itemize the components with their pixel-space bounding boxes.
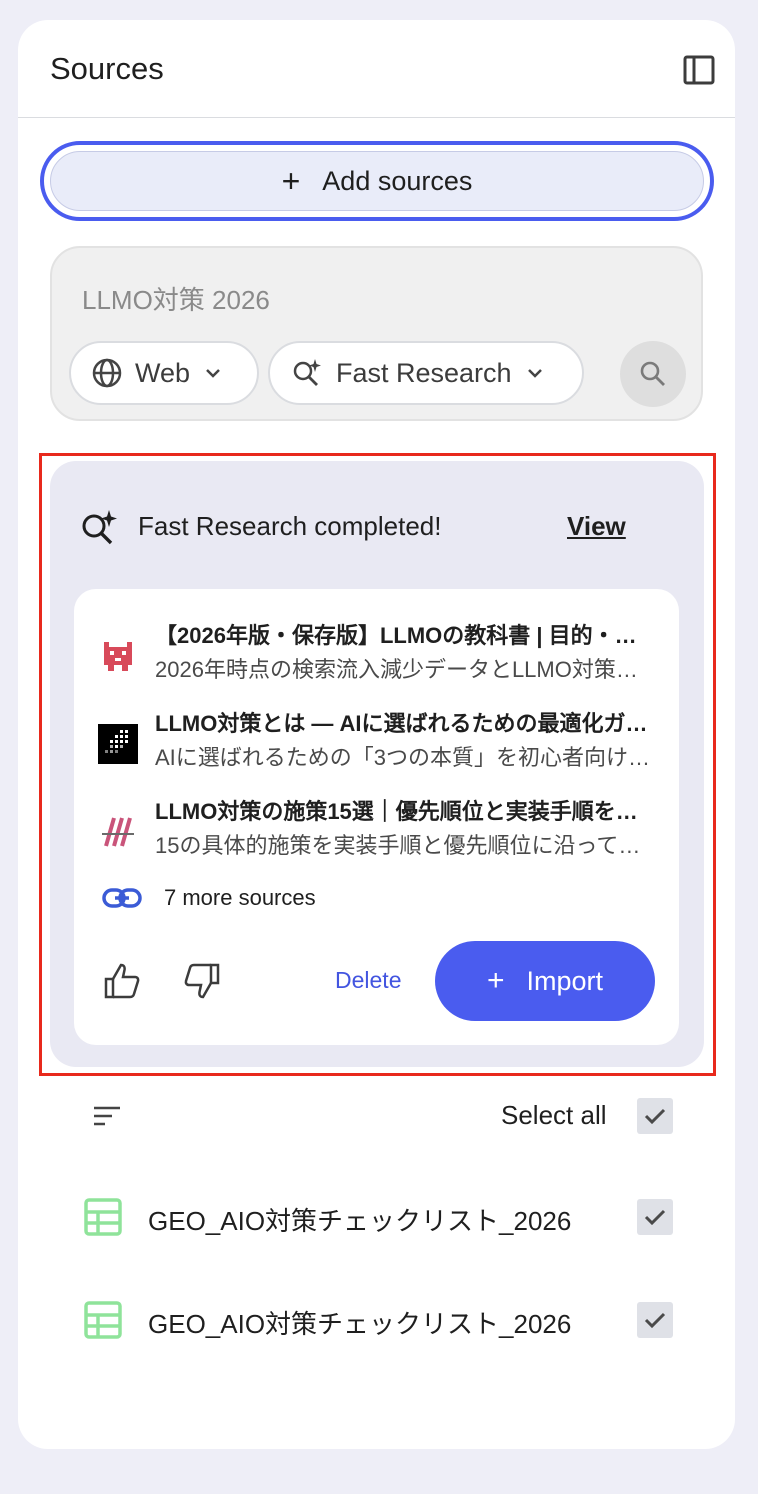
panel-header: Sources — [18, 20, 735, 118]
spreadsheet-icon — [84, 1198, 122, 1236]
research-result-card: Fast Research completed! View 【2026年版・保存… — [50, 461, 704, 1067]
link-icon — [102, 888, 142, 908]
source-checkbox[interactable] — [637, 1302, 673, 1338]
add-sources-focus-ring: + Add sources — [40, 141, 714, 221]
checkmark-icon — [644, 1108, 666, 1125]
thumbs-up-icon[interactable] — [102, 961, 142, 1001]
select-all-label: Select all — [501, 1100, 607, 1130]
source-type-dropdown[interactable]: Web — [69, 341, 259, 405]
sparkle-search-icon — [293, 359, 321, 386]
red-pixel-cat-favicon — [98, 636, 138, 676]
result-description: 2026年時点の検索流入減少データとLLMO対策の全体像 — [155, 657, 655, 682]
result-title: LLMO対策の施策15選｜優先順位と実装手順を解説 — [155, 799, 655, 824]
result-item[interactable]: LLMO対策の施策15選｜優先順位と実装手順を解説 15の具体的施策を実装手順と… — [74, 790, 679, 870]
collapse-panel-icon[interactable] — [682, 53, 716, 87]
result-item[interactable]: LLMO対策とは — AIに選ばれるための最適化ガイド AIに選ばれるための「3… — [74, 702, 679, 782]
panel-title: Sources — [50, 51, 164, 86]
add-sources-label: Add sources — [322, 165, 473, 196]
pink-stripes-favicon — [98, 812, 138, 852]
globe-icon — [92, 358, 122, 388]
result-description: 15の具体的施策を実装手順と優先順位に沿って紹介 — [155, 833, 655, 858]
add-sources-button[interactable]: + Add sources — [50, 151, 704, 211]
research-mode-dropdown[interactable]: Fast Research — [268, 341, 584, 405]
result-title: LLMO対策とは — AIに選ばれるための最適化ガイド — [155, 711, 655, 736]
chevron-down-icon — [527, 369, 542, 378]
result-title: 【2026年版・保存版】LLMOの教科書 | 目的・手法・効果測定まで — [155, 623, 655, 648]
import-label: Import — [526, 965, 604, 996]
thumbs-down-icon[interactable] — [182, 961, 222, 1001]
source-file-name: GEO_AIO対策チェックリスト_2026 — [148, 1206, 572, 1236]
source-type-label: Web — [135, 357, 191, 388]
view-results-link[interactable]: View — [567, 511, 626, 542]
checkmark-icon — [644, 1312, 666, 1329]
search-submit-button[interactable] — [620, 341, 686, 407]
source-file-name: GEO_AIO対策チェックリスト_2026 — [148, 1309, 572, 1339]
spreadsheet-icon — [84, 1301, 122, 1339]
black-dot-grid-favicon — [98, 724, 138, 764]
research-status: Fast Research completed! — [138, 511, 442, 541]
sort-icon[interactable] — [92, 1104, 122, 1128]
search-icon — [640, 361, 665, 386]
search-query-input[interactable]: LLMO対策 2026 — [82, 280, 270, 317]
sources-panel: Sources + Add sources LLMO対策 2026 Web Fa… — [18, 20, 735, 1449]
sparkle-search-icon — [78, 507, 120, 549]
delete-button[interactable]: Delete — [335, 967, 401, 994]
select-all-checkbox[interactable] — [637, 1098, 673, 1134]
checkmark-icon — [644, 1209, 666, 1226]
plus-icon: + — [281, 162, 301, 199]
result-item[interactable]: 【2026年版・保存版】LLMOの教科書 | 目的・手法・効果測定まで 2026… — [74, 614, 679, 694]
source-file-row[interactable]: GEO_AIO対策チェックリスト_2026 — [18, 1291, 735, 1351]
results-list: 【2026年版・保存版】LLMOの教科書 | 目的・手法・効果測定まで 2026… — [74, 589, 679, 1045]
research-mode-label: Fast Research — [336, 357, 512, 388]
more-sources-label: 7 more sources — [164, 885, 316, 910]
source-checkbox[interactable] — [637, 1199, 673, 1235]
more-sources[interactable]: 7 more sources — [102, 885, 316, 911]
plus-icon: + — [486, 964, 505, 997]
result-description: AIに選ばれるための「3つの本質」を初心者向けに解説 — [155, 745, 655, 770]
source-file-row[interactable]: GEO_AIO対策チェックリスト_2026 — [18, 1188, 735, 1248]
chevron-down-icon — [206, 369, 220, 378]
import-button[interactable]: + Import — [435, 941, 655, 1021]
discover-sources-box: LLMO対策 2026 Web Fast Research — [50, 246, 703, 421]
